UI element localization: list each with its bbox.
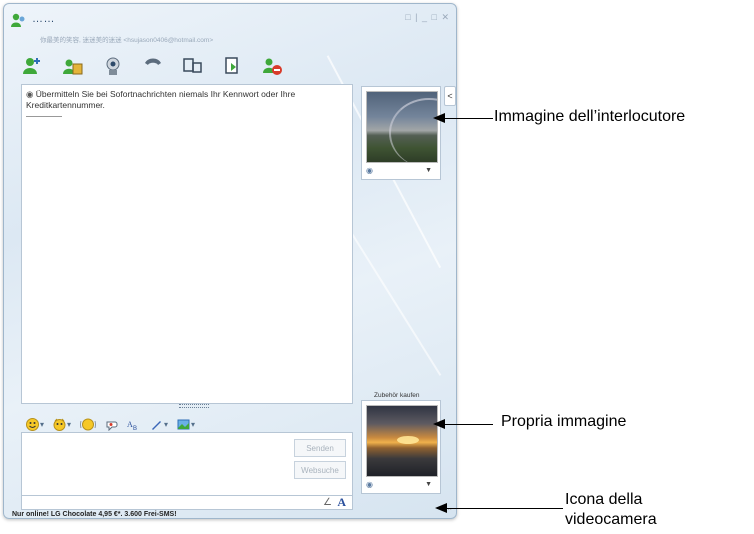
contact-display-picture[interactable] (366, 91, 438, 163)
voice-call-icon (145, 58, 161, 65)
svg-text:B: B (133, 426, 137, 431)
callout-contact-picture: Immagine dell’interlocutore (494, 108, 686, 125)
winks-button[interactable]: ▾ (53, 418, 71, 431)
callout-webcam-icon-line1: Icona della (565, 491, 643, 508)
share-files-icon (63, 59, 83, 75)
nudge-button[interactable] (80, 418, 97, 431)
video-call-icon (106, 57, 120, 75)
status-ad-text[interactable]: Nur online! LG Chocolate 4,95 €*. 3.600 … (12, 511, 177, 518)
share-files-button[interactable] (60, 54, 86, 78)
buy-accessories-link[interactable]: Zubehör kaufen (374, 392, 420, 399)
contact-name: …… (32, 13, 55, 25)
video-call-button[interactable] (100, 54, 126, 78)
security-notice: ◉ Übermitteln Sie bei Sofortnachrichten … (26, 89, 346, 111)
rainbow-detail (389, 98, 437, 162)
pane-splitter[interactable] (179, 404, 209, 408)
handwriting-button[interactable]: ▾ (150, 418, 168, 431)
conversation-history[interactable]: ◉ Übermitteln Sie bei Sofortnachrichten … (21, 84, 353, 404)
title-bar: …… 你最美的笑容, 迷迷美的迷迷 <hsujason0406@hotmail.… (10, 10, 450, 50)
games-button[interactable] (220, 54, 246, 78)
divider (26, 116, 62, 117)
chevron-down-icon: ▾ (40, 419, 45, 429)
web-search-button[interactable]: Websuche (294, 461, 346, 479)
block-button[interactable] (260, 54, 286, 78)
chevron-down-icon[interactable]: ▼ (425, 167, 432, 174)
background-icon (177, 419, 190, 429)
nudge-icon (80, 418, 97, 430)
handwriting-mode-icon[interactable]: ∠ (323, 497, 332, 508)
activities-button[interactable] (180, 54, 206, 78)
message-input[interactable]: Senden Websuche (21, 432, 353, 496)
contact-small-icon: ◉ (26, 89, 34, 99)
chevron-down-icon: ▾ (67, 419, 72, 429)
voice-call-button[interactable] (140, 54, 166, 78)
pencil-icon (152, 420, 162, 430)
activities-icon (183, 58, 202, 73)
security-notice-text: Übermitteln Sie bei Sofortnachrichten ni… (26, 89, 296, 110)
block-icon (263, 58, 282, 75)
text-mode-icon[interactable]: A (337, 495, 346, 510)
invite-icon (23, 58, 40, 74)
emoticons-icon (26, 417, 39, 431)
contact-personal-message: 你最美的笑容, 迷迷美的迷迷 <hsujason0406@hotmail.com… (40, 37, 214, 44)
toolbar (20, 52, 286, 80)
contact-display-picture-frame: ◉ ▼ (361, 86, 441, 180)
own-display-picture[interactable] (366, 405, 438, 477)
chevron-down-icon: ▾ (191, 419, 196, 429)
font-icon: AB (127, 420, 137, 431)
callout-arrow-webcam-icon (435, 503, 563, 513)
messenger-buddy-icon (11, 13, 25, 27)
input-mode-bar: ∠ A (21, 495, 353, 510)
font-button[interactable]: AB (127, 418, 141, 431)
winks-icon (53, 418, 66, 431)
emoticons-button[interactable]: ▾ (26, 417, 45, 431)
callout-arrow-contact-picture (433, 113, 493, 123)
webcam-icon[interactable]: ◉ (366, 480, 373, 489)
collapse-sidebar-button[interactable]: < (444, 86, 456, 106)
invite-button[interactable] (20, 54, 46, 78)
callout-arrow-own-picture (433, 419, 493, 429)
chevron-down-icon[interactable]: ▼ (425, 481, 432, 488)
voice-clip-icon (106, 421, 118, 431)
webcam-icon[interactable]: ◉ (366, 166, 373, 175)
send-button[interactable]: Senden (294, 439, 346, 457)
voice-clip-button[interactable] (105, 418, 118, 431)
own-display-picture-frame: ◉ ▼ (361, 400, 441, 494)
games-icon (225, 57, 238, 74)
chat-window: …… 你最美的笑容, 迷迷美的迷迷 <hsujason0406@hotmail.… (3, 3, 457, 519)
callout-webcam-icon-line2: videocamera (565, 511, 657, 528)
callout-own-picture: Propria immagine (501, 413, 627, 430)
chevron-down-icon: ▾ (164, 419, 169, 429)
sunset-detail (397, 436, 419, 444)
window-controls[interactable]: □ | _ □ ✕ (405, 12, 450, 23)
background-button[interactable]: ▾ (177, 418, 195, 431)
